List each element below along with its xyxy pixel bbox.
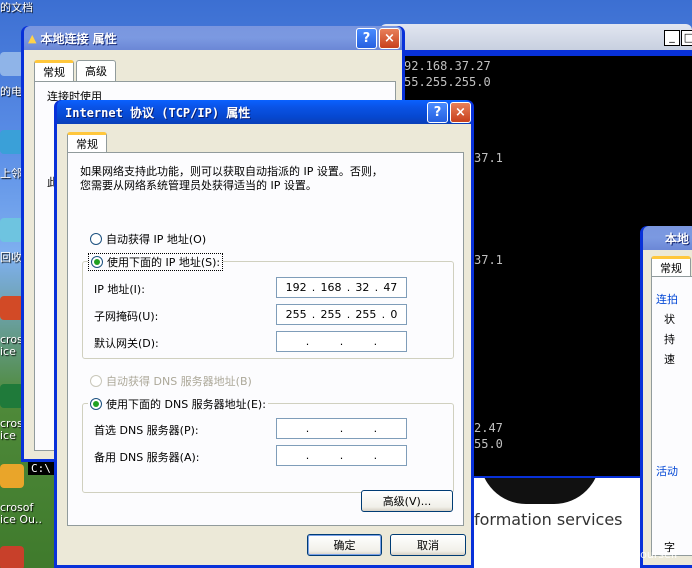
- gateway-label: 默认网关(D):: [94, 337, 159, 350]
- radio-icon: [90, 233, 102, 245]
- ip-octet: 255: [285, 308, 307, 321]
- dialog-title: Internet 协议 (TCP/IP) 属性: [65, 105, 251, 120]
- advanced-button[interactable]: 高级(V)...: [361, 490, 453, 512]
- local-connection-status-window[interactable]: 本地 常规 连拍 状 持 速 活动 字: [640, 226, 692, 568]
- ip-octet: 47: [383, 281, 398, 294]
- minimize-button[interactable]: _: [664, 30, 680, 46]
- radio-selected-icon: [90, 398, 102, 410]
- tab-advanced[interactable]: 高级: [76, 60, 116, 82]
- window-title: 本地连接 属性: [40, 31, 117, 46]
- gateway-field[interactable]: ...: [276, 331, 407, 352]
- ip-octet: 0: [390, 308, 398, 321]
- desktop-icon-label: crosof ice: [0, 334, 22, 358]
- ip-octet: 168: [320, 281, 342, 294]
- radio-icon: [90, 375, 102, 387]
- network-icon: ▲: [28, 31, 37, 45]
- console-line: 37.1: [474, 151, 503, 165]
- tcpip-properties-dialog[interactable]: Internet 协议 (TCP/IP) 属性 ? × 常规 如果网络支持此功能…: [54, 100, 474, 568]
- subnet-mask-label: 子网掩码(U):: [94, 310, 159, 323]
- desktop-icon-label: 上邻: [0, 168, 22, 180]
- window-title: 本地: [665, 231, 690, 246]
- alternate-dns-label: 备用 DNS 服务器(A):: [94, 451, 200, 464]
- intro-text: 您需要从网络系统管理员处获得适当的 IP 设置。: [80, 179, 317, 192]
- console-titlebar[interactable]: [380, 24, 692, 50]
- titlebar[interactable]: Internet 协议 (TCP/IP) 属性 ? ×: [57, 100, 471, 124]
- outlook-icon[interactable]: [0, 464, 24, 488]
- radio-label: 使用下面的 DNS 服务器地址(E):: [106, 398, 266, 411]
- desktop-icon-label: crosof ice: [0, 418, 22, 442]
- radio-manual-dns[interactable]: 使用下面的 DNS 服务器地址(E):: [88, 396, 268, 412]
- ip-octet: 255: [355, 308, 377, 321]
- tab-general[interactable]: 常规: [67, 132, 107, 154]
- radio-label: 自动获得 IP 地址(O): [106, 233, 207, 246]
- console-line: 92.168.37.27: [404, 59, 491, 73]
- titlebar[interactable]: ▲ 本地连接 属性 ? ×: [24, 26, 402, 50]
- radio-label: 使用下面的 IP 地址(S):: [107, 256, 221, 269]
- tab-general[interactable]: 常规: [651, 256, 691, 278]
- banner-text: formation services: [474, 510, 623, 529]
- help-button[interactable]: ?: [427, 102, 448, 123]
- desktop-icon-label: 回收: [0, 252, 22, 264]
- ok-button[interactable]: 确定: [307, 534, 382, 556]
- radio-selected-icon: [91, 256, 103, 268]
- tab-panel: 如果网络支持此功能，则可以获取自动指派的 IP 设置。否则， 您需要从网络系统管…: [67, 152, 464, 526]
- console-line: 37.1: [474, 253, 503, 267]
- tab-general[interactable]: 常规: [34, 60, 74, 82]
- cancel-button[interactable]: 取消: [390, 534, 466, 556]
- window-client: 常规 连拍 状 持 速 活动 字: [643, 250, 692, 565]
- radio-label: 自动获得 DNS 服务器地址(B): [106, 375, 252, 388]
- duration-label: 持: [664, 333, 675, 346]
- desktop-icon-label: 的电: [0, 86, 22, 98]
- console-line: 2.47: [474, 421, 503, 435]
- console-line: 55.0: [474, 437, 503, 451]
- radio-manual-ip[interactable]: 使用下面的 IP 地址(S):: [88, 253, 224, 271]
- ip-address-label: IP 地址(I):: [94, 283, 145, 296]
- close-button[interactable]: ×: [450, 102, 471, 123]
- help-button[interactable]: ?: [356, 28, 377, 49]
- speed-label: 速: [664, 353, 675, 366]
- maximize-button[interactable]: □: [681, 30, 692, 46]
- ip-octet: 192: [285, 281, 307, 294]
- preferred-dns-label: 首选 DNS 服务器(P):: [94, 424, 199, 437]
- ip-octet: 32: [355, 281, 370, 294]
- dialog-client: 常规 如果网络支持此功能，则可以获取自动指派的 IP 设置。否则， 您需要从网络…: [57, 124, 471, 565]
- watermark: CSDN @ . Be ourself: [566, 548, 678, 561]
- radio-auto-ip[interactable]: 自动获得 IP 地址(O): [90, 231, 206, 247]
- close-button[interactable]: ×: [379, 28, 400, 49]
- desktop-icon-label: crosof ice Ou..: [0, 502, 42, 526]
- activity-label: 活动: [656, 465, 678, 478]
- preferred-dns-field[interactable]: ...: [276, 418, 407, 439]
- console-line: 55.255.255.0: [404, 75, 491, 89]
- ip-octet: 255: [320, 308, 342, 321]
- subnet-mask-field[interactable]: 255. 255. 255. 0: [276, 304, 407, 325]
- status-label: 状: [664, 313, 675, 326]
- tab-bar: 常规 高级: [34, 60, 118, 82]
- console-taskbar-tag[interactable]: C:\: [28, 462, 54, 475]
- tab-panel: 连拍 状 持 速 活动 字: [651, 276, 692, 556]
- ip-address-field[interactable]: 192. 168. 32. 47: [276, 277, 407, 298]
- banner-shape: [480, 478, 600, 504]
- app-icon[interactable]: [0, 546, 24, 568]
- desktop-folder-label: 的文档: [0, 2, 33, 14]
- section-label: 连拍: [656, 293, 678, 306]
- alternate-dns-field[interactable]: ...: [276, 445, 407, 466]
- titlebar[interactable]: 本地: [643, 226, 692, 250]
- radio-auto-dns: 自动获得 DNS 服务器地址(B): [90, 373, 252, 389]
